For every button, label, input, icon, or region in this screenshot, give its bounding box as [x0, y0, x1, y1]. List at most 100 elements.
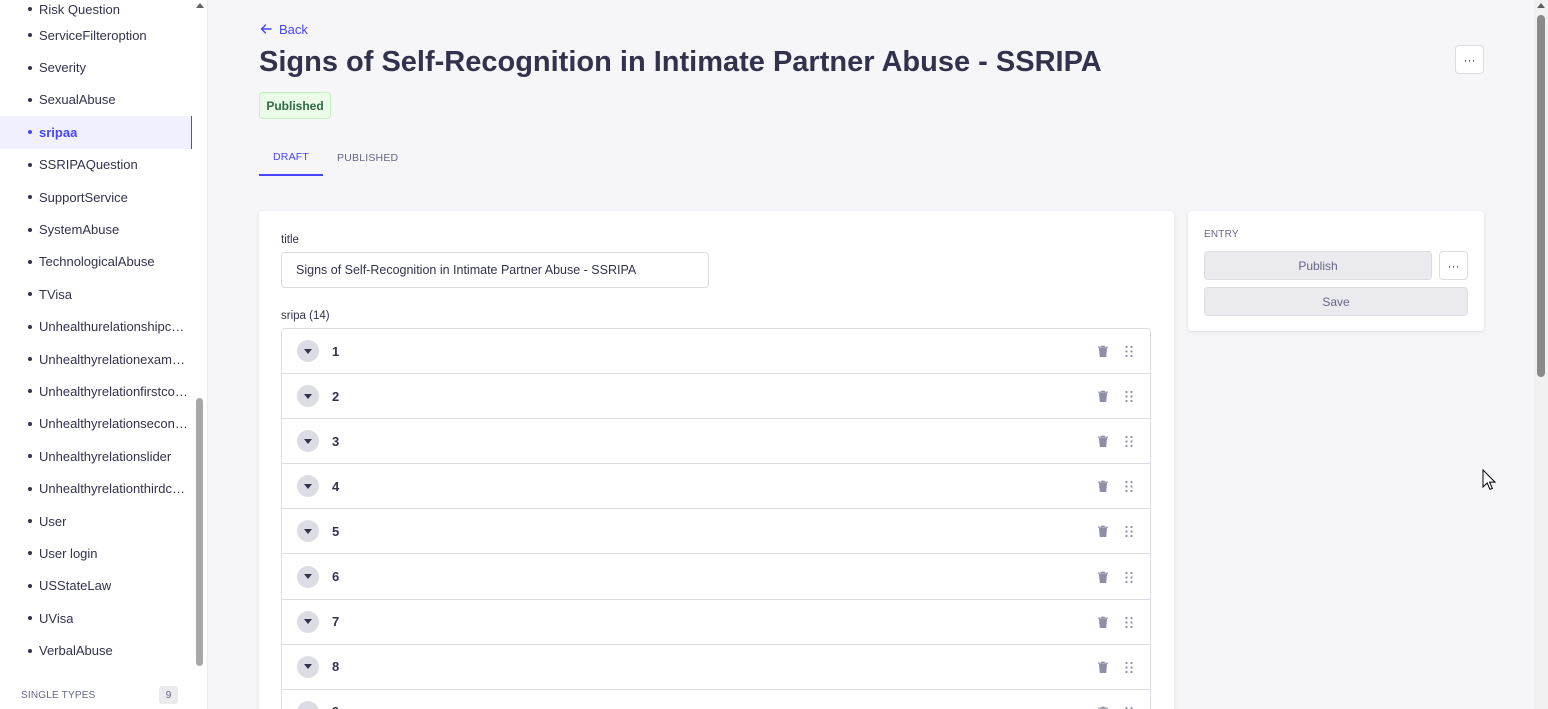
bullet-icon [28, 519, 32, 524]
trash-icon[interactable] [1096, 389, 1110, 403]
bullet-icon [28, 454, 32, 459]
component-row-label: 4 [332, 478, 340, 494]
sidebar-item-label: ServiceFilteroption [39, 27, 147, 43]
drag-handle-icon[interactable] [1124, 480, 1134, 493]
mouse-pointer-icon [1482, 469, 1496, 490]
sidebar-item-unhealthyrelationexample[interactable]: Unhealthyrelationexample [0, 343, 192, 375]
tab-draft[interactable]: DRAFT [259, 140, 323, 176]
drag-handle-icon[interactable] [1124, 390, 1134, 403]
sidebar-item-servicefilteroption[interactable]: ServiceFilteroption [0, 19, 192, 51]
sidebar-item-unhealthyrelationthirdco[interactable]: Unhealthyrelationthirdco... [0, 472, 192, 504]
sidebar-item-label: SystemAbuse [39, 222, 120, 238]
chevron-down-icon[interactable] [297, 385, 319, 408]
bullet-icon [28, 324, 32, 329]
chevron-down-icon[interactable] [297, 700, 319, 709]
component-row[interactable]: 6 [282, 554, 1150, 600]
bullet-icon [28, 195, 32, 200]
drag-handle-icon[interactable] [1124, 345, 1134, 358]
component-row[interactable]: 7 [282, 599, 1150, 645]
sidebar-item-severity[interactable]: Severity [0, 51, 192, 83]
sidebar-item-label: SupportService [39, 189, 128, 205]
drag-handle-icon[interactable] [1124, 661, 1134, 674]
scroll-up-arrow-icon[interactable] [1537, 3, 1545, 8]
scroll-up-arrow-icon[interactable] [196, 3, 204, 8]
scrollbar-thumb[interactable] [1537, 15, 1545, 377]
bullet-icon [28, 292, 32, 297]
sidebar-item-unhealthyrelationslider[interactable]: Unhealthyrelationslider [0, 440, 192, 472]
sidebar: Risk Question ServiceFilteroption Severi… [0, 0, 208, 709]
bullet-icon [28, 421, 32, 426]
sidebar-item-label: SSRIPAQuestion [39, 157, 138, 173]
component-row[interactable]: 2 [282, 374, 1150, 420]
more-actions-button[interactable]: ··· [1455, 45, 1484, 74]
sidebar-item-tvisa[interactable]: TVisa [0, 278, 192, 310]
sidebar-item-technologicalabuse[interactable]: TechnologicalAbuse [0, 246, 192, 278]
drag-handle-icon[interactable] [1124, 435, 1134, 448]
chevron-down-icon[interactable] [297, 430, 319, 453]
sidebar-item-systemabuse[interactable]: SystemAbuse [0, 213, 192, 245]
bullet-icon [28, 259, 32, 264]
page-title: Signs of Self-Recognition in Intimate Pa… [259, 46, 1102, 78]
drag-handle-icon[interactable] [1124, 571, 1134, 584]
main-scrollbar[interactable] [1534, 0, 1548, 709]
sidebar-item-uvisa[interactable]: UVisa [0, 602, 192, 634]
sidebar-item-risk-question[interactable]: Risk Question [0, 0, 192, 19]
chevron-down-icon[interactable] [297, 340, 319, 363]
sidebar-item-unhealthurelationshipcon[interactable]: Unhealthurelationshipcon... [0, 311, 192, 343]
component-row[interactable]: 8 [282, 644, 1150, 690]
trash-icon[interactable] [1096, 344, 1110, 358]
chevron-down-icon[interactable] [297, 475, 319, 498]
component-row[interactable]: 4 [282, 464, 1150, 510]
back-link[interactable]: Back [259, 20, 308, 38]
tab-published[interactable]: PUBLISHED [323, 140, 412, 176]
sidebar-item-unhealthyrelationsecond[interactable]: Unhealthyrelationsecond... [0, 408, 192, 440]
sidebar-item-user[interactable]: User [0, 505, 192, 537]
trash-icon[interactable] [1096, 705, 1110, 709]
publish-button[interactable]: Publish [1204, 251, 1432, 280]
title-field[interactable]: Signs of Self-Recognition in Intimate Pa… [281, 252, 709, 288]
component-row-label: 7 [332, 614, 340, 630]
chevron-down-icon[interactable] [297, 565, 319, 588]
sidebar-item-unhealthyrelationfirstcon[interactable]: Unhealthyrelationfirstcon... [0, 375, 192, 407]
chevron-down-icon[interactable] [297, 520, 319, 543]
component-row[interactable]: 5 [282, 509, 1150, 555]
bullet-icon [28, 357, 32, 362]
chevron-down-icon[interactable] [297, 610, 319, 633]
sidebar-item-label: Unhealthyrelationexample [39, 351, 189, 367]
trash-icon[interactable] [1096, 434, 1110, 448]
trash-icon[interactable] [1096, 615, 1110, 629]
back-label: Back [279, 21, 308, 37]
sidebar-item-label: UVisa [39, 610, 74, 626]
sidebar-scrollbar[interactable] [195, 0, 204, 709]
component-row[interactable]: 1 [282, 329, 1150, 375]
drag-handle-icon[interactable] [1124, 616, 1134, 629]
trash-icon[interactable] [1096, 524, 1110, 538]
bullet-icon [28, 486, 32, 491]
edit-form-card: title Signs of Self-Recognition in Intim… [259, 211, 1174, 709]
chevron-down-icon[interactable] [297, 655, 319, 678]
sidebar-item-verbalabuse[interactable]: VerbalAbuse [0, 634, 192, 666]
sidebar-item-ssripaquestion[interactable]: SSRIPAQuestion [0, 149, 192, 181]
component-row[interactable]: 3 [282, 419, 1150, 465]
sidebar-item-supportservice[interactable]: SupportService [0, 181, 192, 213]
sidebar-item-sexualabuse[interactable]: SexualAbuse [0, 84, 192, 116]
trash-icon[interactable] [1096, 660, 1110, 674]
single-types-section-header[interactable]: SINGLE TYPES 9 [21, 686, 178, 704]
scrollbar-thumb[interactable] [196, 398, 203, 666]
save-button[interactable]: Save [1204, 287, 1468, 316]
component-row-label: 6 [332, 569, 340, 585]
drag-handle-icon[interactable] [1124, 525, 1134, 538]
bullet-icon [28, 583, 32, 588]
sidebar-item-sripaa[interactable]: sripaa [0, 116, 192, 149]
sidebar-item-user-login[interactable]: User login [0, 537, 192, 569]
sidebar-item-label: Unhealthyrelationfirstcon... [39, 383, 189, 399]
trash-icon[interactable] [1096, 570, 1110, 584]
entry-more-button[interactable]: ··· [1439, 251, 1468, 280]
trash-icon[interactable] [1096, 479, 1110, 493]
bullet-icon [28, 7, 32, 11]
sripa-component-label: sripa (14) [281, 310, 330, 322]
bullet-icon [28, 389, 32, 394]
component-row[interactable]: 9 [282, 689, 1150, 709]
sidebar-item-usstatelaw[interactable]: USStateLaw [0, 570, 192, 602]
bullet-icon [28, 162, 32, 167]
